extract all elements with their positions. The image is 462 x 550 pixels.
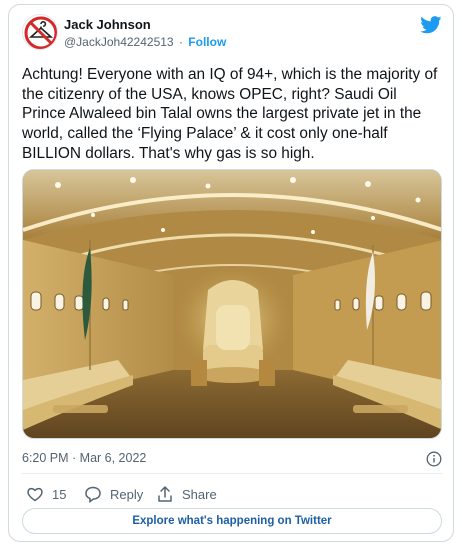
handle-line: @JackJoh42242513 · Follow (64, 35, 226, 49)
share-label: Share (182, 486, 217, 502)
user-name[interactable]: Jack Johnson (64, 17, 151, 32)
separator-dot: · (178, 35, 183, 49)
tweet-text: Achtung! Everyone with an IQ of 94+, whi… (22, 66, 438, 162)
follow-button[interactable]: Follow (188, 35, 226, 49)
jet-cabin-photo (23, 170, 441, 438)
tweet-photo[interactable] (22, 169, 442, 439)
no-hanger-icon (23, 15, 57, 49)
share-icon (158, 486, 172, 502)
user-handle[interactable]: @JackJoh42242513 (64, 35, 174, 49)
like-button[interactable]: 15 (26, 483, 66, 505)
reply-icon (85, 486, 101, 503)
explore-button[interactable]: Explore what's happening on Twitter (22, 508, 442, 534)
info-icon[interactable] (426, 451, 442, 467)
tweet-meta: 6:20 PM · Mar 6, 2022 (22, 451, 442, 471)
reply-label: Reply (110, 486, 144, 502)
share-button[interactable]: Share (156, 483, 217, 505)
like-count: 15 (52, 486, 67, 502)
reply-button[interactable]: Reply (84, 483, 143, 505)
avatar[interactable] (22, 14, 58, 50)
divider (22, 473, 442, 474)
tweet-card: Jack Johnson @JackJoh42242513 · Follow A… (8, 4, 454, 542)
twitter-bird-icon[interactable] (420, 16, 442, 34)
heart-icon (27, 487, 43, 502)
action-bar: 15 Reply Share (22, 483, 442, 505)
tweet-header: Jack Johnson @JackJoh42242513 · Follow (22, 14, 442, 58)
timestamp[interactable]: 6:20 PM · Mar 6, 2022 (22, 451, 146, 465)
